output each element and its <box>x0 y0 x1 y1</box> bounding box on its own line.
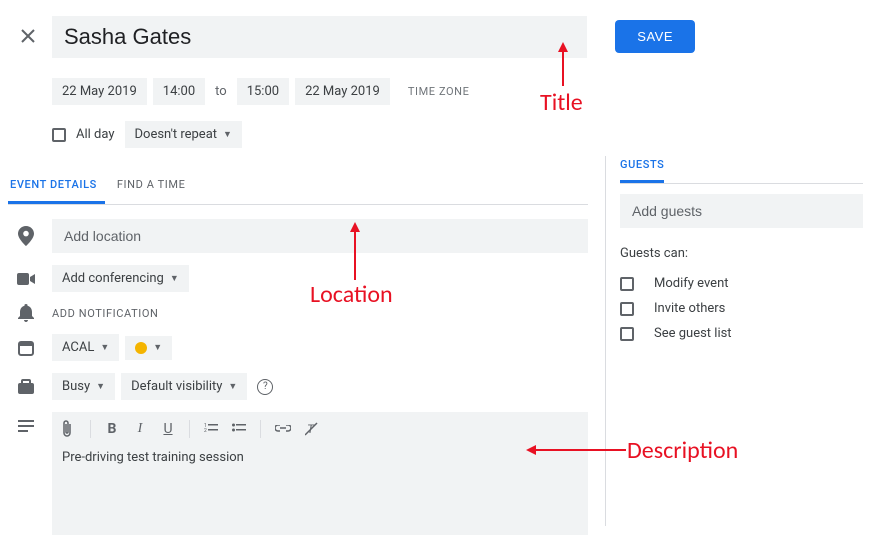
add-guests-input[interactable] <box>620 194 863 228</box>
event-title-input[interactable] <box>52 16 587 58</box>
conferencing-label: Add conferencing <box>62 271 164 286</box>
close-button[interactable] <box>16 24 40 48</box>
numbered-list-icon: 12 <box>204 423 218 435</box>
separator <box>90 420 91 438</box>
visibility-label: Default visibility <box>131 379 222 394</box>
caret-down-icon: ▼ <box>170 273 179 284</box>
description-editor[interactable]: B I U 12 T <box>52 412 588 535</box>
save-button[interactable]: SAVE <box>615 20 695 53</box>
repeat-dropdown[interactable]: Doesn't repeat ▼ <box>125 121 242 148</box>
add-notification-button[interactable]: ADD NOTIFICATION <box>52 307 158 320</box>
bold-button[interactable]: B <box>105 421 119 437</box>
perm-seelist-label: See guest list <box>654 326 732 341</box>
calendar-icon <box>14 340 38 356</box>
visibility-dropdown[interactable]: Default visibility ▼ <box>121 373 247 400</box>
clear-formatting-button[interactable]: T <box>305 422 319 436</box>
availability-dropdown[interactable]: Busy ▼ <box>52 373 115 400</box>
calendar-dropdown[interactable]: ACAL ▼ <box>52 334 119 361</box>
location-icon <box>14 226 38 246</box>
end-date-chip[interactable]: 22 May 2019 <box>295 78 390 105</box>
perm-invite-label: Invite others <box>654 301 725 316</box>
guests-can-label: Guests can: <box>620 246 863 261</box>
description-toolbar: B I U 12 T <box>52 412 588 446</box>
availability-label: Busy <box>62 379 90 394</box>
color-dropdown[interactable]: ▼ <box>125 336 172 360</box>
repeat-label: Doesn't repeat <box>135 127 218 142</box>
caret-down-icon: ▼ <box>223 129 232 140</box>
separator <box>260 420 261 438</box>
video-icon <box>14 272 38 286</box>
close-icon <box>20 28 36 44</box>
caret-down-icon: ▼ <box>100 342 109 353</box>
location-input[interactable] <box>52 219 588 253</box>
caret-down-icon: ▼ <box>228 381 237 392</box>
all-day-label[interactable]: All day <box>76 127 115 142</box>
perm-invite-checkbox[interactable] <box>620 302 634 316</box>
bulleted-list-button[interactable] <box>232 423 246 435</box>
start-time-chip[interactable]: 14:00 <box>153 78 205 105</box>
link-button[interactable] <box>275 425 291 433</box>
caret-down-icon: ▼ <box>153 342 162 353</box>
tab-guests[interactable]: GUESTS <box>620 158 664 183</box>
conferencing-dropdown[interactable]: Add conferencing ▼ <box>52 265 189 292</box>
visibility-help-button[interactable]: ? <box>257 379 273 395</box>
numbered-list-button[interactable]: 12 <box>204 423 218 435</box>
perm-seelist-checkbox[interactable] <box>620 327 634 341</box>
description-text[interactable]: Pre-driving test training session <box>52 446 588 535</box>
description-icon <box>14 420 38 432</box>
perm-modify-checkbox[interactable] <box>620 277 634 291</box>
calendar-label: ACAL <box>62 340 94 355</box>
tab-event-details[interactable]: EVENT DETAILS <box>8 178 105 204</box>
paperclip-icon <box>62 420 72 438</box>
to-label: to <box>211 84 231 99</box>
underline-button[interactable]: U <box>161 421 175 437</box>
perm-modify-label: Modify event <box>654 276 729 291</box>
bell-icon <box>14 304 38 322</box>
attach-button[interactable] <box>62 420 76 438</box>
link-icon <box>275 425 291 433</box>
end-time-chip[interactable]: 15:00 <box>237 78 289 105</box>
timezone-button[interactable]: TIME ZONE <box>408 85 470 98</box>
tab-find-a-time[interactable]: FIND A TIME <box>115 178 194 204</box>
color-dot-icon <box>135 342 147 354</box>
clear-format-icon: T <box>305 422 319 436</box>
separator <box>189 420 190 438</box>
briefcase-icon <box>14 379 38 395</box>
italic-button[interactable]: I <box>133 421 147 437</box>
all-day-checkbox[interactable] <box>52 128 66 142</box>
bulleted-list-icon <box>232 423 246 435</box>
svg-text:2: 2 <box>204 428 207 434</box>
start-date-chip[interactable]: 22 May 2019 <box>52 78 147 105</box>
caret-down-icon: ▼ <box>96 381 105 392</box>
